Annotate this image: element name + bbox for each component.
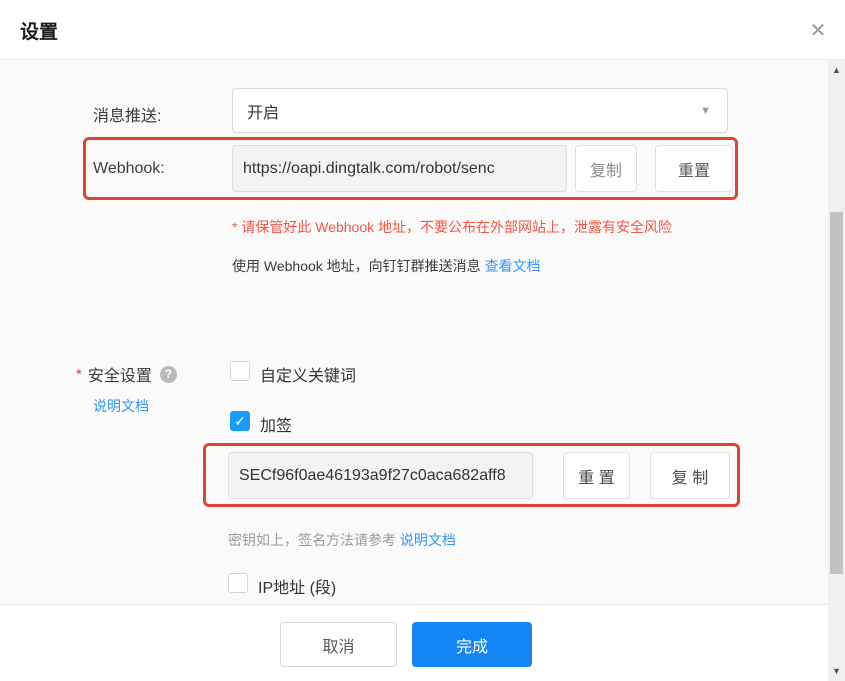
cancel-button[interactable]: 取消: [280, 622, 397, 667]
message-push-select[interactable]: 开启 ▼: [232, 88, 728, 133]
sign-note-label: 密钥如上，签名方法请参考: [228, 532, 400, 548]
security-settings-label-row: * 安全设置 ?: [76, 362, 177, 386]
scroll-up-icon[interactable]: ▲: [828, 62, 845, 78]
scrollbar-thumb[interactable]: [830, 212, 843, 574]
keyword-checkbox-label[interactable]: 自定义关键词: [260, 362, 356, 386]
security-doc-link[interactable]: 说明文档: [93, 398, 149, 414]
webhook-warning-text: * 请保管好此 Webhook 地址，不要公布在外部网站上，泄露有安全风险: [232, 219, 673, 235]
required-asterisk: *: [76, 365, 82, 383]
scroll-down-icon[interactable]: ▼: [828, 663, 845, 679]
dialog-header: 设置 ✕: [0, 0, 845, 60]
sign-copy-button[interactable]: 复 制: [650, 452, 730, 499]
sign-checkbox-label[interactable]: 加签: [260, 412, 292, 436]
security-doc-link-wrap: 说明文档: [93, 396, 149, 416]
webhook-label: Webhook:: [93, 160, 165, 177]
check-icon: ✓: [234, 412, 246, 429]
webhook-url-input[interactable]: [232, 145, 567, 192]
dialog-title: 设置: [20, 22, 59, 43]
settings-dialog: 设置 ✕ 消息推送: 开启 ▼ Webhook: 复制 重置 * 请保管好此 W…: [0, 0, 845, 681]
sign-note-text: 密钥如上，签名方法请参考 说明文档: [228, 530, 456, 550]
ip-checkbox-label[interactable]: IP地址 (段): [258, 574, 336, 598]
webhook-copy-button[interactable]: 复制: [575, 145, 637, 192]
webhook-reset-button[interactable]: 重置: [655, 145, 733, 192]
dialog-footer: 取消 完成: [0, 604, 845, 681]
keyword-checkbox[interactable]: [230, 361, 250, 381]
message-push-label: 消息推送:: [93, 108, 162, 125]
sign-checkbox[interactable]: ✓: [230, 411, 250, 431]
sign-reset-button[interactable]: 重 置: [563, 452, 630, 499]
close-icon[interactable]: ✕: [804, 16, 832, 44]
sign-doc-link[interactable]: 说明文档: [400, 532, 456, 548]
ip-checkbox[interactable]: [228, 573, 248, 593]
webhook-usage-text: 使用 Webhook 地址，向钉钉群推送消息 查看文档: [232, 256, 541, 276]
chevron-down-icon: ▼: [700, 105, 711, 117]
done-button[interactable]: 完成: [412, 622, 532, 667]
webhook-usage-label: 使用 Webhook 地址，向钉钉群推送消息: [232, 258, 485, 274]
security-settings-label: 安全设置: [87, 368, 152, 385]
scrollbar[interactable]: ▲ ▼: [828, 60, 845, 681]
view-docs-link[interactable]: 查看文档: [485, 258, 541, 274]
help-icon[interactable]: ?: [159, 365, 177, 383]
message-push-value: 开启: [247, 104, 280, 122]
sign-secret-input[interactable]: [228, 452, 533, 499]
